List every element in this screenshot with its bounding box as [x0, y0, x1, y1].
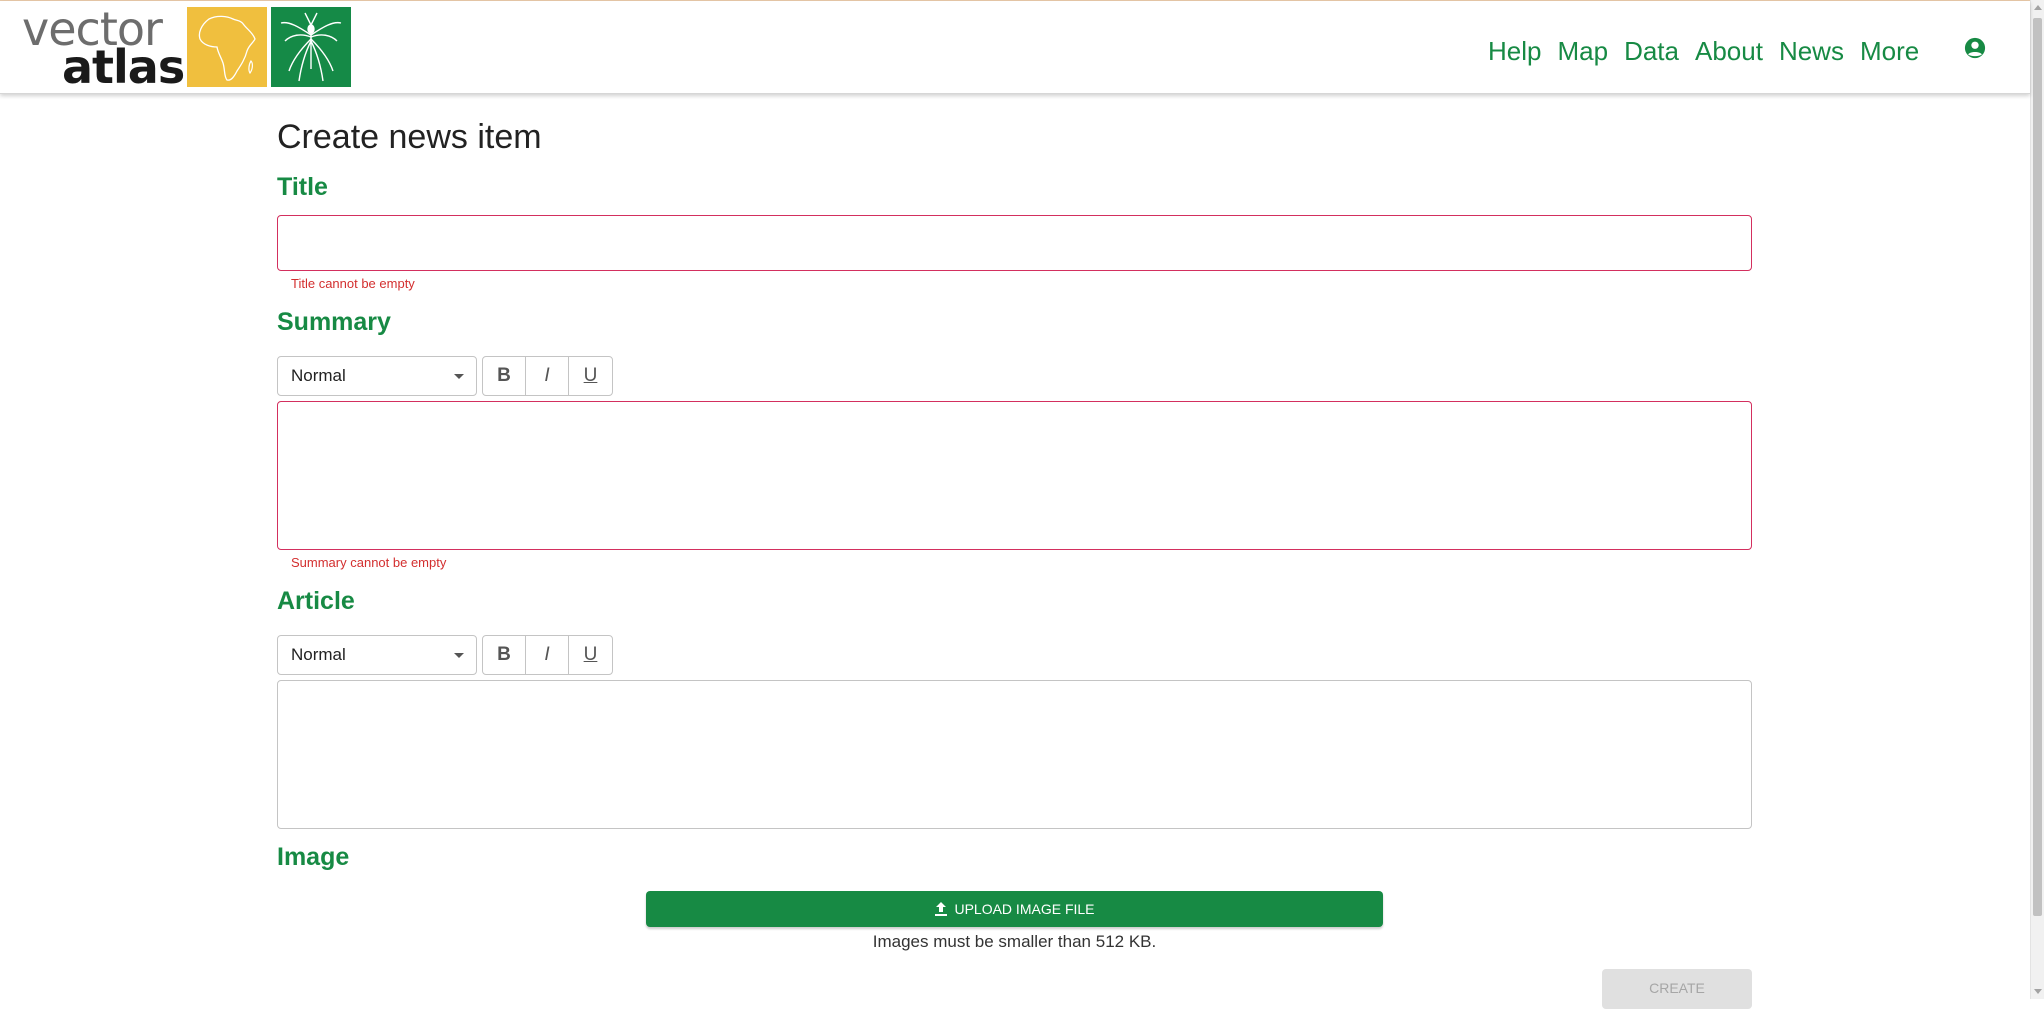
italic-button[interactable]: I [526, 357, 569, 395]
logo-word-atlas: atlas [62, 40, 185, 94]
main-nav: Help Map Data About News More [1488, 33, 1935, 69]
nav-data[interactable]: Data [1624, 36, 1679, 67]
account-circle-icon[interactable] [1964, 37, 1986, 59]
nav-help[interactable]: Help [1488, 36, 1541, 67]
create-button[interactable]: CREATE [1602, 969, 1752, 1009]
nav-news[interactable]: News [1779, 36, 1844, 67]
upload-image-button[interactable]: UPLOAD IMAGE FILE [646, 891, 1383, 927]
create-button-label: CREATE [1649, 980, 1705, 996]
italic-button[interactable]: I [526, 636, 569, 674]
app-header: vector atlas Help Map Data About News Mo… [0, 1, 2030, 94]
nav-more[interactable]: More [1860, 36, 1919, 67]
summary-label: Summary [277, 308, 391, 336]
title-error: Title cannot be empty [291, 276, 415, 291]
chevron-down-icon [454, 374, 464, 379]
image-size-note: Images must be smaller than 512 KB. [872, 932, 1157, 951]
summary-editor[interactable] [277, 401, 1752, 550]
upload-button-label: UPLOAD IMAGE FILE [954, 901, 1095, 917]
title-label: Title [277, 173, 328, 201]
bold-button[interactable]: B [483, 357, 526, 395]
upload-icon [935, 902, 948, 916]
scrollbar-thumb[interactable] [2033, 18, 2042, 916]
summary-format-value: Normal [291, 366, 346, 385]
article-toolbar: Normal B I U [277, 635, 613, 675]
article-format-buttons: B I U [482, 635, 613, 675]
summary-format-select[interactable]: Normal [277, 356, 477, 396]
summary-toolbar: Normal B I U [277, 356, 613, 396]
article-editor[interactable] [277, 680, 1752, 829]
article-format-value: Normal [291, 645, 346, 664]
article-format-select[interactable]: Normal [277, 635, 477, 675]
nav-map[interactable]: Map [1557, 36, 1608, 67]
underline-button[interactable]: U [569, 636, 612, 674]
summary-error: Summary cannot be empty [291, 555, 447, 570]
chevron-down-icon [454, 653, 464, 658]
underline-button[interactable]: U [569, 357, 612, 395]
summary-format-buttons: B I U [482, 356, 613, 396]
scroll-down-arrow-icon[interactable] [2031, 983, 2044, 999]
title-input[interactable] [277, 215, 1752, 271]
vertical-scrollbar[interactable] [2030, 0, 2044, 999]
image-label: Image [277, 843, 350, 871]
nav-about[interactable]: About [1695, 36, 1763, 67]
create-news-form: Create news item Title Title cannot be e… [277, 94, 1752, 1009]
logo-wordmark: vector atlas [22, 5, 190, 94]
africa-map-icon [187, 7, 267, 87]
scroll-up-arrow-icon[interactable] [2031, 0, 2044, 16]
bold-button[interactable]: B [483, 636, 526, 674]
article-label: Article [277, 587, 355, 615]
mosquito-icon [271, 7, 351, 87]
page-title: Create news item [277, 118, 542, 156]
